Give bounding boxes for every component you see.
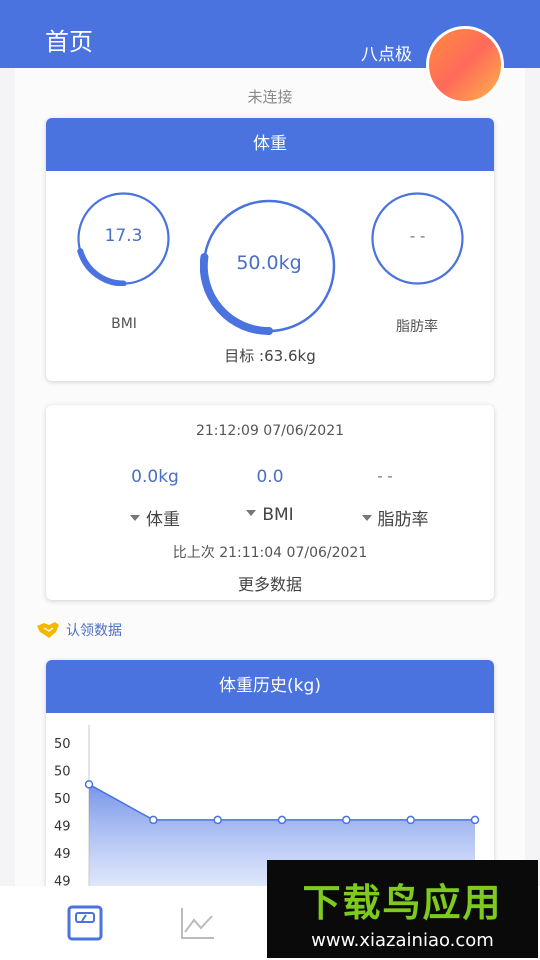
dropdown-arrow-icon [130,515,140,521]
watermark-url: www.xiazainiao.com [311,930,494,951]
weight-card-title: 体重 [46,118,494,171]
dropdown-arrow-icon [246,510,257,516]
record-weight-label: 体重 [146,510,180,530]
y-tick-label: 50 [54,765,71,780]
history-card-title: 体重历史(kg) [46,660,494,713]
bmi-value: 17.3 [104,226,143,246]
weight-value: 50.0kg [236,252,302,274]
record-fat-label: 脂肪率 [377,510,429,530]
y-tick-label: 49 [54,847,71,862]
history-line [88,783,475,821]
y-tick-label: 50 [54,737,71,752]
history-data-point[interactable] [84,780,94,789]
nav-item-scale[interactable] [50,886,120,960]
watermark-logo-text: 下载鸟应用 [302,881,503,925]
watermark-banner: 下载鸟应用 www.xiazainiao.com [267,860,538,958]
history-data-point[interactable] [213,815,222,825]
record-card: 21:12:09 07/06/2021 0.0kg 0.0 - - 体重 BMI… [46,405,494,600]
dropdown-arrow-icon [361,515,372,521]
scale-icon [67,905,103,941]
bmi-label: BMI [111,316,137,332]
history-data-point[interactable] [342,815,351,825]
fat-gauge[interactable]: - - [370,191,465,286]
connection-status: 未连接 [247,88,293,106]
y-tick-label: 50 [54,792,71,807]
fat-label: 脂肪率 [396,319,438,335]
y-tick-label: 49 [54,820,71,835]
history-data-point[interactable] [149,815,158,825]
previous-record: 比上次 21:11:04 07/06/2021 [172,545,368,561]
history-data-point[interactable] [406,815,415,825]
history-data-point[interactable] [470,815,480,825]
record-fat-value: - - [377,467,393,485]
record-bmi-label: BMI [262,505,294,525]
username[interactable]: 八点极 [361,40,412,65]
weight-gauge[interactable]: 50.0kg [199,197,338,336]
handshake-icon [37,622,59,638]
bmi-gauge[interactable]: 17.3 [76,191,171,287]
chart-icon [181,908,214,939]
target-weight: 目标 :63.6kg [224,347,316,365]
nav-item-trend[interactable] [163,886,233,960]
claim-data-link[interactable]: 认领数据 [36,620,122,640]
weight-card: 体重 17.3 BMI 50.0kg 目标 :63.6kg - - 脂肪率 [46,118,494,381]
fat-value: - - [409,227,426,245]
more-data-link[interactable]: 更多数据 [46,571,494,595]
record-fat-dropdown[interactable]: 脂肪率 [320,505,470,530]
history-data-point[interactable] [277,815,287,825]
claim-data-label: 认领数据 [66,623,122,639]
page-title: 首页 [45,28,93,56]
record-timestamp: 21:12:09 07/06/2021 [195,423,345,439]
